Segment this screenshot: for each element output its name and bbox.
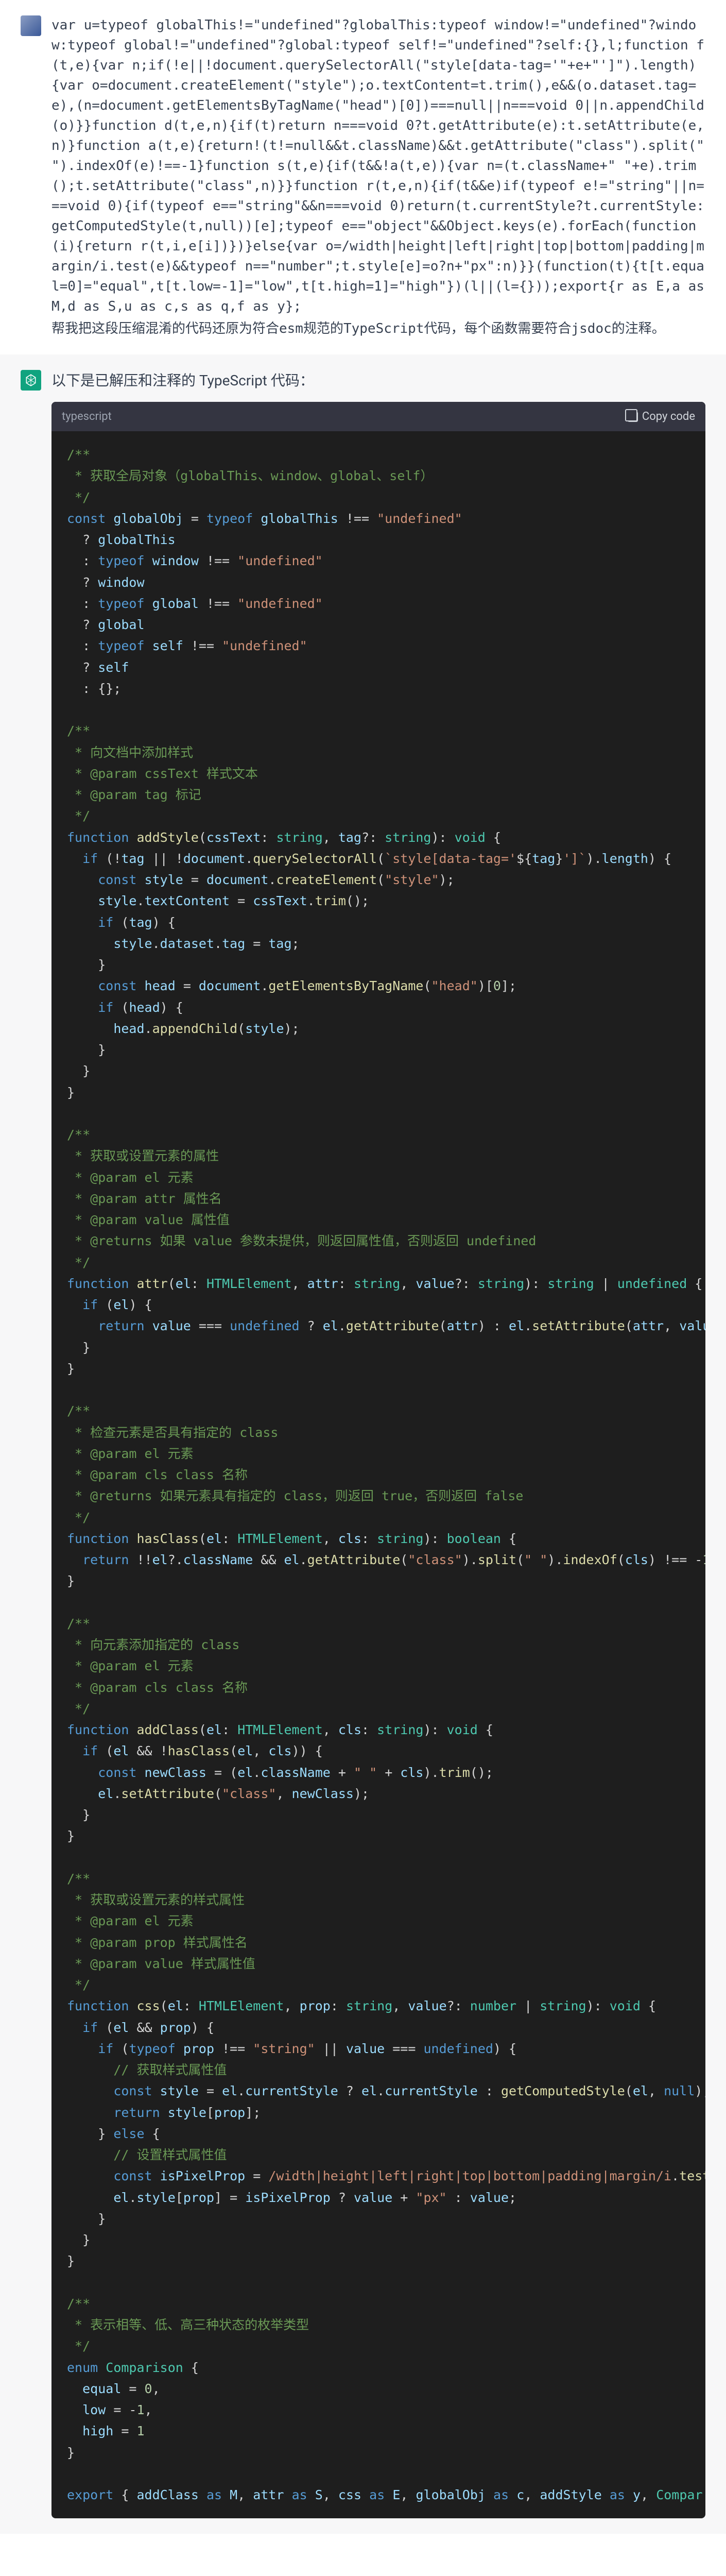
code-header: typescript Copy code <box>51 402 705 431</box>
code-body: /** * 获取全局对象（globalThis、window、global、se… <box>51 431 705 2518</box>
assistant-content: 以下是已解压和注释的 TypeScript 代码： typescript Cop… <box>51 370 705 2518</box>
user-code-text: var u=typeof globalThis!="undefined"?glo… <box>51 15 705 317</box>
assistant-avatar <box>21 370 41 391</box>
assistant-message: 以下是已解压和注释的 TypeScript 代码： typescript Cop… <box>0 354 726 2534</box>
user-instruction: 帮我把这段压缩混淆的代码还原为符合esm规范的TypeScript代码，每个函数… <box>51 319 705 339</box>
code-block: typescript Copy code /** * 获取全局对象（global… <box>51 402 705 2518</box>
copy-code-button[interactable]: Copy code <box>628 408 695 425</box>
user-avatar <box>21 15 41 36</box>
user-message: var u=typeof globalThis!="undefined"?glo… <box>0 0 726 354</box>
copy-icon <box>628 412 638 422</box>
assistant-intro: 以下是已解压和注释的 TypeScript 代码： <box>51 370 705 392</box>
user-content: var u=typeof globalThis!="undefined"?glo… <box>51 15 705 339</box>
language-label: typescript <box>62 408 112 425</box>
copy-label: Copy code <box>642 408 695 425</box>
